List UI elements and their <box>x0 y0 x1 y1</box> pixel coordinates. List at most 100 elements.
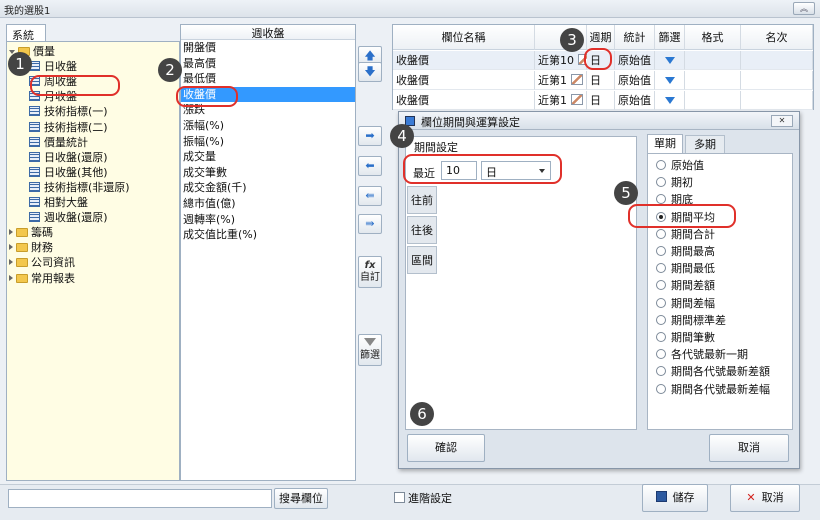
field-list-item[interactable]: 成交量 <box>181 149 355 165</box>
grid-header[interactable]: 週期 <box>587 25 615 50</box>
edit-icon[interactable] <box>571 74 583 85</box>
field-list-item[interactable]: 成交筆數 <box>181 165 355 181</box>
field-list-item[interactable]: 總市值(億) <box>181 196 355 212</box>
cancel-label: 取消 <box>761 491 784 504</box>
tab-system[interactable]: 系統 <box>6 24 46 42</box>
grid-cell-filter[interactable] <box>655 71 685 90</box>
grid-cell-stat[interactable]: 原始值 <box>615 91 655 110</box>
grid-cell-rank[interactable] <box>741 91 813 110</box>
tree-item[interactable]: 價量統計 <box>29 135 88 150</box>
grid-header[interactable]: 名次 <box>741 25 813 50</box>
field-list-item[interactable]: 振幅(%) <box>181 134 355 150</box>
tree-item[interactable]: 技術指標(非還原) <box>29 180 130 195</box>
stat-option[interactable]: 期間最低 <box>656 260 715 277</box>
tree-item[interactable]: 技術指標(二) <box>29 120 108 135</box>
stat-option[interactable]: 期間各代號最新差額 <box>656 363 770 380</box>
add-all-button[interactable]: ⇚ <box>358 186 382 206</box>
grid-cell-range[interactable]: 近第10 <box>535 51 590 70</box>
radio-icon <box>656 280 666 291</box>
tab-backward[interactable]: 往後 <box>407 216 437 244</box>
grid-cell-name-text: 收盤價 <box>396 54 429 67</box>
grid-cell-period[interactable]: 日 <box>587 91 615 110</box>
tab-range[interactable]: 區間 <box>407 246 437 274</box>
tree-item[interactable]: 週收盤(還原) <box>29 210 108 225</box>
expand-arrow-icon[interactable] <box>9 259 13 266</box>
expand-arrow-icon[interactable] <box>9 274 13 281</box>
expand-arrow-icon[interactable] <box>9 229 13 236</box>
add-field-button[interactable]: ➡ <box>358 126 382 146</box>
grid-cell-format[interactable] <box>685 71 741 90</box>
tree-item[interactable]: 技術指標(一) <box>29 104 108 119</box>
stat-option[interactable]: 原始值 <box>656 157 704 174</box>
grid-cell-range[interactable]: 近第1 <box>535 71 587 90</box>
search-field-button[interactable]: 搜尋欄位 <box>274 488 328 509</box>
tab-forward[interactable]: 往前 <box>407 186 437 214</box>
grid-cell-filter[interactable] <box>655 91 685 110</box>
grid-cell-rank[interactable] <box>741 51 813 70</box>
grid-cell-filter[interactable] <box>655 51 685 70</box>
confirm-button[interactable]: 確認 <box>407 434 485 462</box>
tree-item[interactable]: 公司資訊 <box>9 255 75 270</box>
grid-cell-name[interactable]: 收盤價 <box>393 51 535 70</box>
tree-item-label: 價量 <box>33 45 55 58</box>
cancel-button[interactable]: ✕ 取消 <box>730 484 800 512</box>
filter-button[interactable]: 篩選 <box>358 334 382 366</box>
filter-icon[interactable] <box>664 57 675 64</box>
filter-icon[interactable] <box>664 97 675 104</box>
stat-option[interactable]: 各代號最新一期 <box>656 346 748 363</box>
tree-item[interactable]: 日收盤(還原) <box>29 150 108 165</box>
tree-item[interactable]: 日收盤(其他) <box>29 165 108 180</box>
grid-header[interactable]: 格式 <box>685 25 741 50</box>
expand-arrow-icon[interactable] <box>9 244 13 251</box>
grid-cell-stat[interactable]: 原始值 <box>615 71 655 90</box>
radio-icon <box>656 366 666 377</box>
stat-option[interactable]: 期間各代號最新差幅 <box>656 381 770 398</box>
search-input[interactable] <box>8 489 272 508</box>
grid-cell-stat-text: 原始值 <box>618 74 651 87</box>
tree-item[interactable]: 籌碼 <box>9 225 53 240</box>
category-tree: 價量 日收盤 周收盤 月收盤 技術指標(一) 技術指標(二) 價量統計 日收盤(還原) 日收盤(… <box>6 41 180 481</box>
grid-cell-period[interactable]: 日 <box>587 71 615 90</box>
stat-option[interactable]: 期間合計 <box>656 226 715 243</box>
tree-item[interactable]: 相對大盤 <box>29 195 88 210</box>
save-button[interactable]: 儲存 <box>642 484 708 512</box>
field-list-item[interactable]: 成交金額(千) <box>181 180 355 196</box>
field-list-item[interactable]: 成交值比重(%) <box>181 227 355 243</box>
grid-cell-name[interactable]: 收盤價 <box>393 71 535 90</box>
tab-multi-period[interactable]: 多期 <box>685 135 725 154</box>
grid-header[interactable]: 篩選 <box>655 25 685 50</box>
filter-icon[interactable] <box>664 77 675 84</box>
field-list-item[interactable]: 漲幅(%) <box>181 118 355 134</box>
grid-cell-format[interactable] <box>685 51 741 70</box>
grid-cell-stat[interactable]: 原始值 <box>615 51 655 70</box>
tree-item[interactable]: 日收盤 <box>29 59 77 74</box>
grid-header[interactable]: 統計 <box>615 25 655 50</box>
stat-option[interactable]: 期間筆數 <box>656 329 715 346</box>
tree-item[interactable]: 常用報表 <box>9 271 75 286</box>
grid-cell-format[interactable] <box>685 91 741 110</box>
move-down-button[interactable]: 🡇 <box>358 62 382 82</box>
dialog-cancel-button[interactable]: 取消 <box>709 434 789 462</box>
field-list-item[interactable]: 最高價 <box>181 56 355 72</box>
tab-single-period[interactable]: 單期 <box>647 134 683 154</box>
grid-cell-name[interactable]: 收盤價 <box>393 91 535 110</box>
stat-option[interactable]: 期間標準差 <box>656 312 726 329</box>
advanced-settings-checkbox[interactable] <box>394 492 405 503</box>
field-list-item[interactable]: 開盤價 <box>181 40 355 56</box>
edit-icon[interactable] <box>571 94 583 105</box>
remove-all-button[interactable]: ⇛ <box>358 214 382 234</box>
grid-cell-range[interactable]: 近第1 <box>535 91 587 110</box>
stat-option[interactable]: 期初 <box>656 174 693 191</box>
close-icon[interactable]: ✕ <box>771 115 793 127</box>
collapse-button[interactable]: ︽ <box>793 2 815 15</box>
tree-item[interactable]: 財務 <box>9 240 53 255</box>
grid-cell-rank[interactable] <box>741 71 813 90</box>
remove-field-button[interactable]: ⬅ <box>358 156 382 176</box>
formula-button[interactable]: fx 自訂 <box>358 256 382 288</box>
stat-option[interactable]: 期間差幅 <box>656 295 715 312</box>
field-list-item[interactable]: 最低價 <box>181 71 355 87</box>
stat-option[interactable]: 期間最高 <box>656 243 715 260</box>
grid-header[interactable]: 欄位名稱 <box>393 25 535 50</box>
stat-option[interactable]: 期間差額 <box>656 277 715 294</box>
field-list-item[interactable]: 週轉率(%) <box>181 212 355 228</box>
